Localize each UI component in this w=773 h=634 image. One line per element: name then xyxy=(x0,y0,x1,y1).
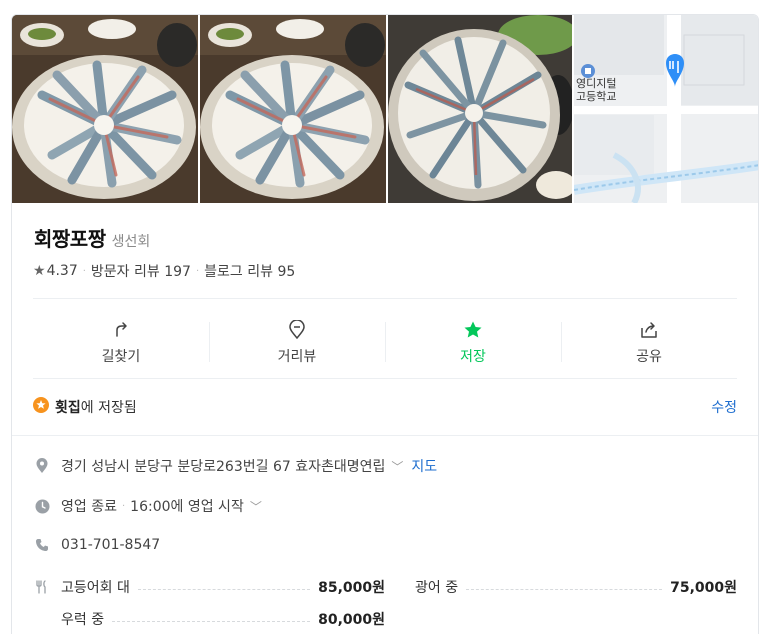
chevron-down-icon[interactable]: ﹀ xyxy=(391,458,403,475)
photo-strip: 영디지털 고등학교 xyxy=(12,15,758,203)
share-icon xyxy=(639,319,659,341)
location-pin-icon xyxy=(33,458,51,474)
visitor-reviews-link[interactable]: 방문자 리뷰 197 xyxy=(91,261,191,281)
directions-button[interactable]: 길찾기 xyxy=(33,310,209,374)
saved-status-text: 에 저장됨 xyxy=(80,400,137,416)
saved-folder-row: 횟집 에 저장됨 수정 xyxy=(33,397,737,417)
edit-button[interactable]: 수정 xyxy=(711,397,737,417)
rating-row: ★ 4.37 · 방문자 리뷰 197 · 블로그 리뷰 95 xyxy=(33,261,295,281)
save-button[interactable]: 저장 xyxy=(385,310,561,374)
utensils-icon xyxy=(33,580,51,594)
hours-detail: 16:00에 영업 시작 xyxy=(130,499,244,515)
street-view-button[interactable]: 거리뷰 xyxy=(209,310,385,374)
hours-row: 영업 종료 · 16:00에 영업 시작 ﹀ xyxy=(33,496,737,516)
place-name: 회짱포짱 xyxy=(34,227,106,251)
menu-item: 광어 중 75,000원 xyxy=(385,577,737,597)
menu-item-price: 80,000원 xyxy=(318,612,385,628)
dotted-leader xyxy=(137,588,311,590)
phone-icon xyxy=(33,538,51,552)
dotted-leader xyxy=(466,588,663,590)
share-label: 공유 xyxy=(636,348,662,365)
street-view-label: 거리뷰 xyxy=(277,348,317,365)
place-header: 회짱포짱 생선회 xyxy=(34,223,150,252)
chevron-down-icon[interactable]: ﹀ xyxy=(250,498,262,515)
menu-item: 우럭 중 80,000원 xyxy=(33,609,385,629)
saved-folder-name[interactable]: 횟집 xyxy=(55,397,81,417)
rating-value: 4.37 xyxy=(46,263,78,279)
divider xyxy=(33,378,737,379)
phone-row: 031-701-8547 xyxy=(33,537,737,553)
directions-label: 길찾기 xyxy=(101,348,141,365)
menu-item-price: 85,000원 xyxy=(318,580,385,596)
divider xyxy=(12,435,758,436)
address-text: 경기 성남시 분당구 분당로263번길 67 효자촌대명연립 xyxy=(61,459,386,475)
map-label: 영디지털 xyxy=(576,77,617,90)
star-icon: ★ xyxy=(33,263,46,279)
address-row: 경기 성남시 분당구 분당로263번길 67 효자촌대명연립 ﹀ 지도 xyxy=(33,456,737,476)
map-label: 고등학교 xyxy=(576,90,617,103)
place-category: 생선회 xyxy=(111,234,151,250)
phone-number[interactable]: 031-701-8547 xyxy=(61,537,160,553)
star-icon xyxy=(463,319,483,341)
menu-row: 고등어회 대 85,000원 광어 중 75,000원 xyxy=(33,571,737,603)
menu-item-name: 우럭 중 xyxy=(61,612,105,628)
separator-dot: · xyxy=(195,265,200,277)
place-card: 영디지털 고등학교 회짱포짱 생선회 ★ 4.37 · 방문자 리뷰 197 ·… xyxy=(11,14,759,634)
menu-item-name: 고등어회 대 xyxy=(61,580,130,596)
separator-dot: · xyxy=(121,500,126,512)
action-bar: 길찾기 거리뷰 저장 공유 xyxy=(33,310,737,374)
map-thumbnail[interactable]: 영디지털 고등학교 xyxy=(574,15,758,203)
divider xyxy=(33,298,737,299)
map-link[interactable]: 지도 xyxy=(411,456,437,476)
save-label: 저장 xyxy=(460,348,486,365)
dotted-leader xyxy=(112,620,311,622)
hours-status: 영업 종료 xyxy=(61,499,117,515)
clock-icon xyxy=(33,499,51,514)
location-pin-icon xyxy=(288,319,306,341)
blog-reviews-link[interactable]: 블로그 리뷰 95 xyxy=(204,261,295,281)
share-button[interactable]: 공유 xyxy=(561,310,737,374)
separator-dot: · xyxy=(82,265,86,277)
saved-badge-icon xyxy=(33,397,49,417)
photo-thumbnail[interactable] xyxy=(388,15,572,203)
menu-row: 우럭 중 80,000원 xyxy=(33,603,737,634)
directions-icon xyxy=(112,319,130,341)
photo-thumbnail[interactable] xyxy=(200,15,386,203)
menu-item-price: 75,000원 xyxy=(670,580,737,596)
menu-item-name: 광어 중 xyxy=(415,580,459,596)
menu-list: 고등어회 대 85,000원 광어 중 75,000원 우럭 중 80,000원 xyxy=(33,571,737,634)
photo-thumbnail[interactable] xyxy=(12,15,198,203)
menu-item: 고등어회 대 85,000원 xyxy=(33,577,385,597)
